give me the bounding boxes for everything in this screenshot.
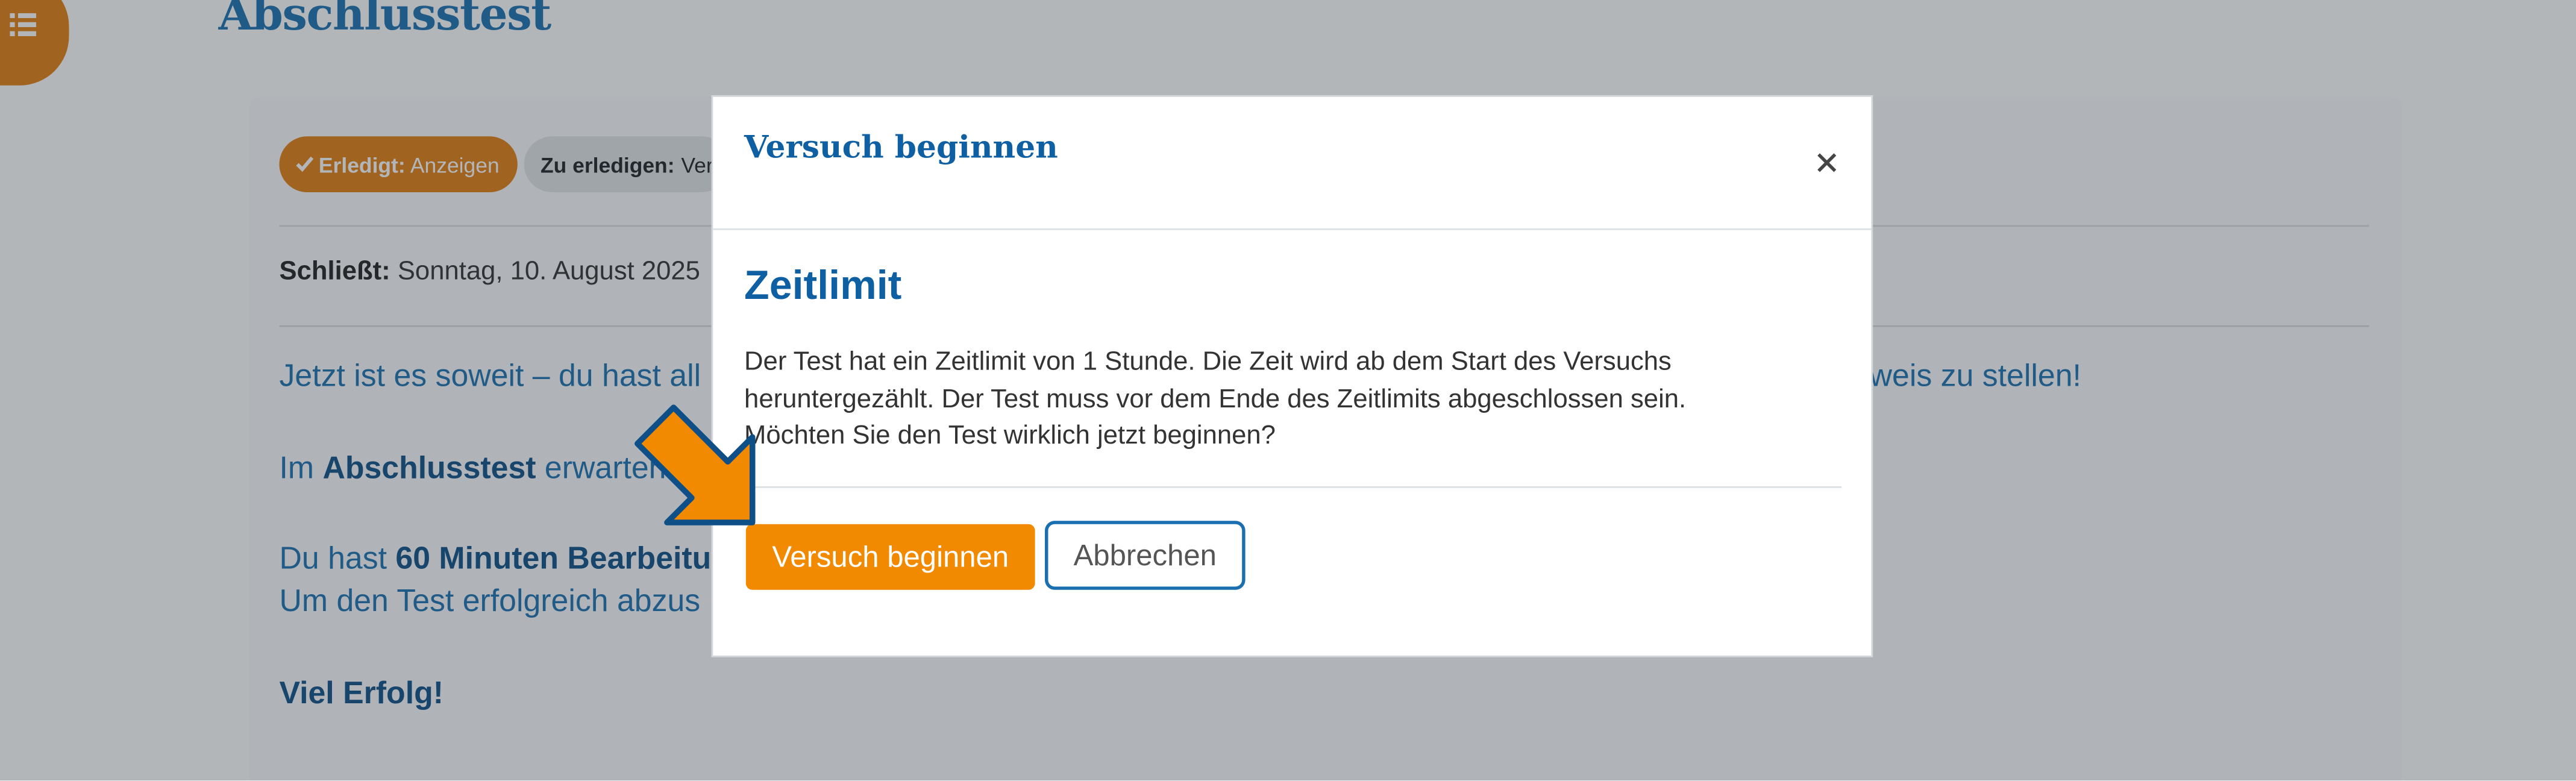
start-attempt-dialog: Versuch beginnen Zeitlimit Der Test hat … xyxy=(711,95,1873,657)
dialog-message: Der Test hat ein Zeitlimit von 1 Stunde.… xyxy=(744,345,1845,456)
screen: Abschlusstest Erledigt: Anzeigen Zu erle… xyxy=(0,0,2576,781)
dialog-footer-divider xyxy=(744,486,1842,488)
message-line-1: Der Test hat ein Zeitlimit von 1 Stunde.… xyxy=(744,348,1672,377)
message-line-3: Möchten Sie den Test wirklich jetzt begi… xyxy=(744,422,1276,451)
close-icon[interactable] xyxy=(1814,149,1840,176)
dialog-title: Versuch beginnen xyxy=(744,130,1058,166)
time-limit-heading: Zeitlimit xyxy=(744,263,902,309)
cancel-button[interactable]: Abbrechen xyxy=(1044,521,1246,590)
start-attempt-button[interactable]: Versuch beginnen xyxy=(745,524,1035,590)
dialog-header-divider xyxy=(713,228,1872,230)
message-line-2: heruntergezählt. Der Test muss vor dem E… xyxy=(744,385,1687,413)
